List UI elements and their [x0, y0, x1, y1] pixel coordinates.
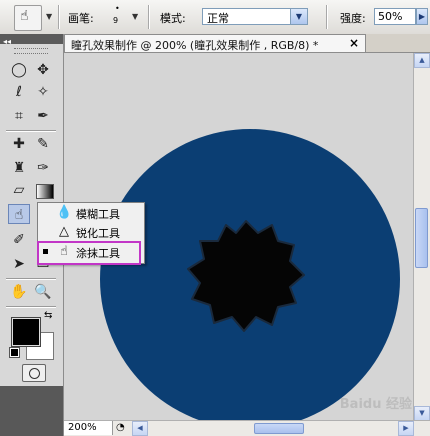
path-selection-icon[interactable]: ➤: [8, 254, 30, 274]
horizontal-scroll-thumb[interactable]: [254, 423, 304, 434]
smudge-tool-button[interactable]: ☝: [8, 204, 30, 224]
document-title: 瞳孔效果制作 @ 200% (瞳孔效果制作 , RGB/8) *: [71, 39, 319, 52]
scroll-up-arrow-icon[interactable]: ▲: [414, 53, 430, 68]
toolbox-divider: [6, 278, 56, 279]
options-bar: ☝ ▼ 画笔: • 9 ▼ 模式: 正常 ▼ 强度: 50% ▶: [0, 0, 430, 35]
preset-dropdown-arrow-icon[interactable]: ▼: [46, 12, 52, 21]
scroll-right-arrow-icon[interactable]: ▶: [398, 421, 414, 436]
vertical-scroll-thumb[interactable]: [415, 208, 428, 268]
clone-stamp-icon[interactable]: ♜: [8, 158, 30, 178]
divider: [148, 5, 149, 29]
hand-tool-icon[interactable]: ✋: [8, 282, 30, 302]
menu-item-label: 模糊工具: [76, 208, 120, 221]
strength-value: 50%: [378, 10, 403, 23]
toolbox-divider: [6, 306, 56, 307]
brush-size-value: 9: [113, 16, 119, 25]
menu-item-label: 锐化工具: [76, 227, 120, 240]
menu-item-blur-tool[interactable]: 💧 模糊工具: [38, 204, 142, 222]
smudge-finger-icon: ☝: [20, 8, 29, 24]
scroll-left-arrow-icon[interactable]: ◀: [132, 421, 148, 436]
toolbox-bottom-area: [0, 386, 63, 436]
toolbox-grip[interactable]: [14, 48, 48, 54]
elliptical-marquee-icon[interactable]: ◯: [8, 60, 30, 80]
default-colors-icon[interactable]: [9, 347, 20, 358]
smudge-finger-icon: ☝: [14, 207, 24, 223]
mode-value: 正常: [207, 12, 229, 25]
eraser-icon[interactable]: ▱: [8, 180, 30, 200]
brush-label: 画笔:: [68, 12, 94, 25]
quick-mask-icon: [29, 368, 40, 379]
crop-tool-icon[interactable]: ⌗: [8, 106, 30, 126]
zoom-field[interactable]: 200%: [64, 421, 113, 435]
quick-mask-button[interactable]: [22, 364, 46, 382]
blur-drop-icon: 💧: [56, 205, 73, 220]
strength-label: 强度:: [340, 12, 366, 25]
divider: [58, 5, 59, 29]
zoom-tool-icon[interactable]: 🔍: [32, 282, 54, 302]
close-icon[interactable]: ×: [349, 36, 359, 50]
chevron-down-icon[interactable]: ▼: [290, 9, 307, 24]
foreground-color-swatch[interactable]: [11, 317, 41, 347]
watermark: Baidu 经验: [339, 397, 412, 412]
healing-brush-icon[interactable]: ✚: [8, 134, 30, 154]
document-tab[interactable]: 瞳孔效果制作 @ 200% (瞳孔效果制作 , RGB/8) * ×: [64, 34, 366, 53]
brush-tool-icon[interactable]: ✎: [32, 134, 54, 154]
gradient-tool-icon[interactable]: [36, 184, 54, 199]
vertical-scrollbar[interactable]: ▲ ▼: [413, 53, 430, 421]
highlight-box: [37, 241, 141, 265]
move-tool-icon[interactable]: ✥: [32, 60, 54, 80]
magic-wand-icon[interactable]: ✧: [32, 82, 54, 102]
brush-dropdown-arrow-icon[interactable]: ▼: [132, 12, 138, 21]
swap-colors-icon[interactable]: ⇆: [44, 310, 52, 321]
strength-slider-button[interactable]: ▶: [416, 8, 428, 25]
mode-select[interactable]: 正常 ▼: [202, 8, 308, 25]
menu-item-sharpen-tool[interactable]: △ 锐化工具: [38, 223, 142, 241]
sharpen-cone-icon: △: [59, 224, 69, 239]
brush-dot-icon: •: [115, 4, 120, 13]
strength-input[interactable]: 50%: [374, 8, 416, 25]
toolbox-divider: [6, 130, 56, 131]
zoom-level: 200%: [68, 422, 97, 433]
status-bar: 200% ◔ ◀ ▶: [64, 420, 430, 436]
scroll-down-arrow-icon[interactable]: ▼: [414, 406, 430, 421]
collapse-arrows-icon[interactable]: ◂◂: [0, 37, 11, 46]
brush-picker[interactable]: • 9: [108, 4, 130, 30]
lasso-tool-icon[interactable]: ℓ: [8, 82, 30, 102]
tool-preset-picker[interactable]: ☝: [14, 5, 42, 31]
mode-label: 模式:: [160, 12, 186, 25]
history-brush-icon[interactable]: ✑: [32, 158, 54, 178]
pen-tool-icon[interactable]: ✐: [8, 230, 30, 250]
toolbox-header[interactable]: ◂◂: [0, 34, 63, 46]
eyedropper-icon[interactable]: ✒: [32, 106, 54, 126]
divider: [326, 5, 327, 29]
status-info-icon[interactable]: ◔: [116, 422, 125, 433]
